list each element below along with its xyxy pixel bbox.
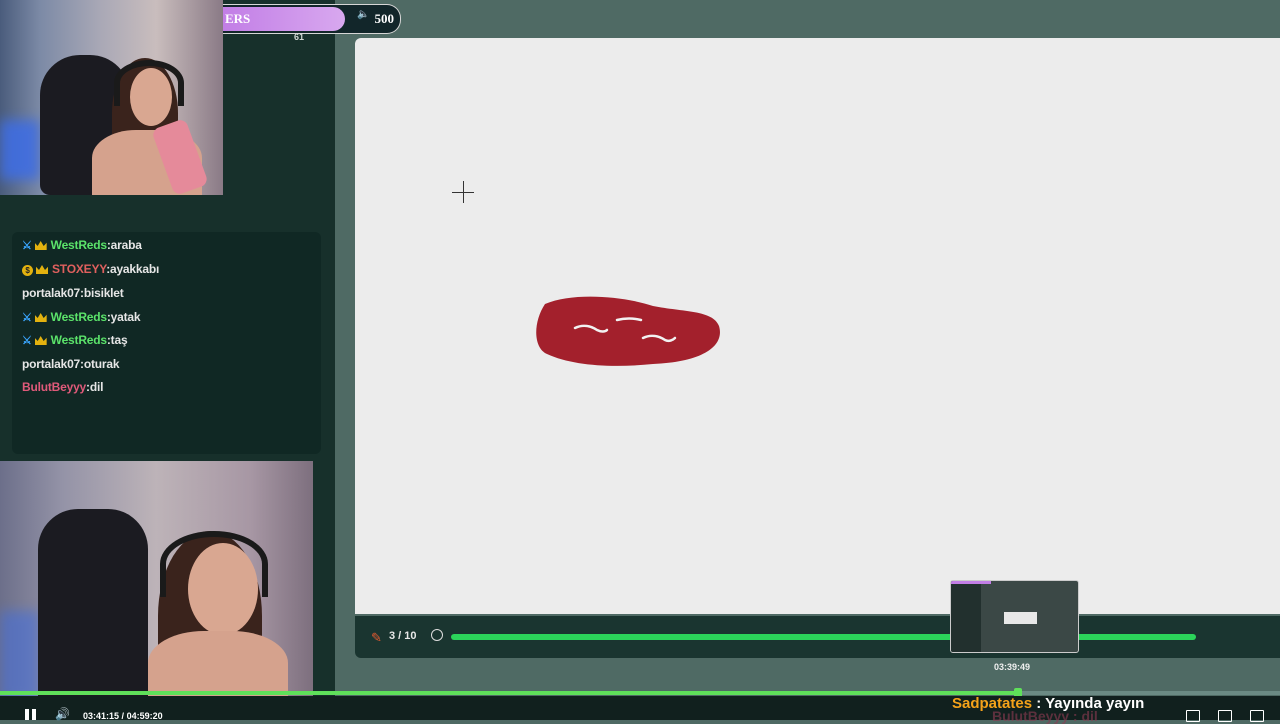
chat-message: $ STOXEYY:ayakkabı — [22, 262, 159, 276]
drawing-canvas[interactable] — [355, 38, 1280, 614]
chat-text: bisiklet — [83, 286, 124, 300]
webcam-top — [0, 0, 223, 195]
chat-username[interactable]: WestReds — [51, 310, 107, 324]
chat-text: ayakkabı — [109, 262, 160, 276]
caption-user: Sadpatates — [952, 695, 1033, 712]
chat-username[interactable]: portalak07 — [22, 357, 80, 371]
round-counter: 3 / 10 — [389, 630, 417, 642]
player-drawing — [536, 296, 720, 366]
goal-count: 61 — [294, 32, 305, 42]
chat-message: portalak07:oturak — [22, 357, 120, 371]
chat-username[interactable]: WestReds — [51, 333, 107, 347]
sword-icon: ⚔ — [22, 335, 32, 347]
chat-username[interactable]: STOXEYY — [52, 262, 106, 276]
theater-icon[interactable] — [1218, 710, 1232, 722]
speaker-icon: 🔈 — [357, 9, 370, 20]
crown-icon — [34, 313, 47, 322]
crown-icon — [34, 241, 47, 250]
seek-bar-progress — [0, 691, 1018, 695]
volume-icon[interactable]: 🔊 — [55, 707, 70, 721]
chat-message: ⚔ WestReds:taş — [22, 333, 128, 347]
sword-icon: ⚔ — [22, 312, 32, 324]
chat-message: ⚔ WestReds:yatak — [22, 310, 141, 324]
coin-icon: $ — [22, 265, 33, 276]
goal-progress-bar: ERS 🔈 500 — [223, 4, 401, 34]
chat-text: taş — [110, 333, 128, 347]
timer-bar — [451, 634, 1196, 640]
chat-username[interactable]: portalak07 — [22, 286, 80, 300]
crown-icon — [36, 265, 48, 274]
chat-username[interactable]: BulutBeyyy — [22, 380, 86, 394]
chat-message: BulutBeyyy:dil — [22, 380, 103, 394]
caption-text: Yayında yayın — [1045, 695, 1145, 712]
seek-preview-thumbnail — [950, 580, 1079, 653]
sword-icon: ⚔ — [22, 240, 32, 252]
chat-message: ⚔ WestReds:araba — [22, 238, 142, 252]
crosshair-cursor-icon-h — [452, 192, 474, 193]
timer-icon — [431, 629, 443, 641]
miniplayer-icon[interactable] — [1186, 710, 1200, 722]
chat-text: yatak — [110, 310, 141, 324]
chat-message: portalak07:bisiklet — [22, 286, 124, 300]
game-status-bar: ✎ 3 / 10 — [355, 616, 1280, 658]
chat-text: oturak — [83, 357, 120, 371]
seek-preview-time: 03:39:49 — [994, 662, 1031, 672]
goal-label: ERS — [225, 11, 251, 26]
chat-text: dil — [89, 380, 104, 394]
caption-sep: : — [1032, 695, 1046, 712]
chat-text: araba — [110, 238, 142, 252]
crown-icon — [34, 336, 47, 345]
fullscreen-icon[interactable] — [1250, 710, 1264, 722]
chat-username[interactable]: WestReds — [51, 238, 107, 252]
chat-panel: ⚔ WestReds:araba $ STOXEYY:ayakkabı portalak… — [12, 232, 321, 454]
webcam-bottom — [0, 461, 313, 701]
goal-value: 500 — [374, 11, 395, 26]
pencil-icon: ✎ — [371, 630, 382, 645]
pause-icon[interactable] — [25, 709, 37, 720]
caption: Sadpatates : Yayında yayın — [952, 695, 1144, 712]
